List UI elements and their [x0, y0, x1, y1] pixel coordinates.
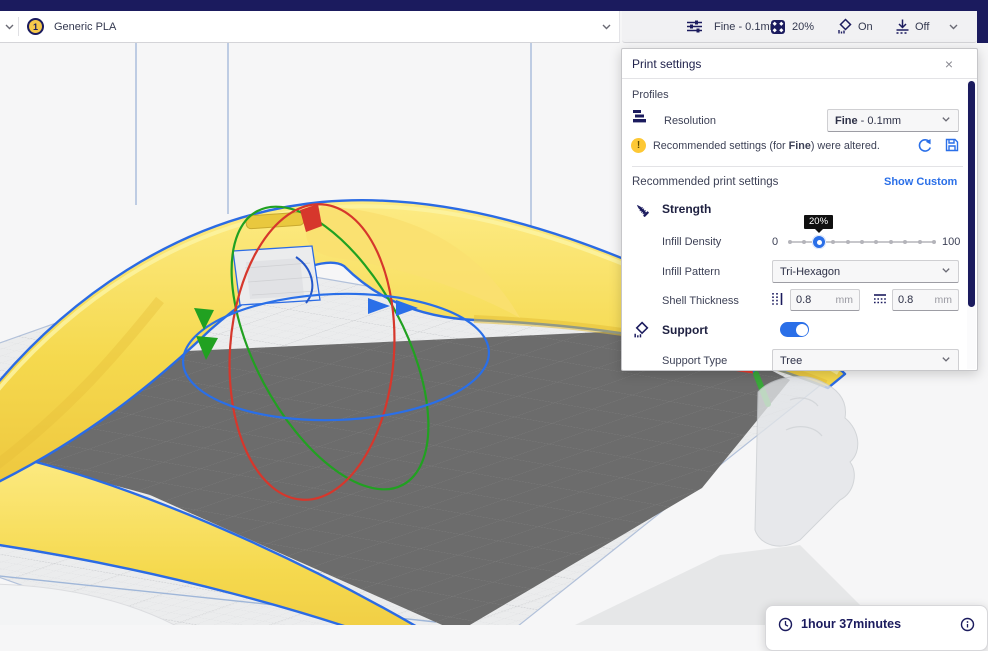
strength-title: Strength: [662, 202, 711, 216]
slider-handle[interactable]: [812, 235, 826, 249]
wall-thickness-input[interactable]: [796, 291, 834, 309]
chevron-down-icon: [941, 354, 951, 367]
panel-scrollbar-thumb[interactable]: [968, 81, 975, 307]
save-profile-icon[interactable]: [944, 137, 960, 158]
infill-pattern-label: Infill Pattern: [662, 266, 720, 278]
close-icon[interactable]: ×: [945, 57, 953, 71]
top-bottom-thickness-input[interactable]: [898, 291, 936, 309]
wall-thickness-icon: [770, 291, 786, 312]
slider-ticks: [788, 240, 936, 244]
top-bottom-thickness-field[interactable]: mm: [892, 289, 959, 311]
print-settings-panel: Print settings × Profiles Resolution Fin…: [621, 48, 978, 371]
material-selector[interactable]: 1 Generic PLA: [0, 11, 620, 43]
extruder-badge[interactable]: 1: [27, 18, 44, 35]
wall-thickness-unit: mm: [836, 294, 854, 306]
resolution-dropdown[interactable]: Fine - 0.1mm: [827, 109, 959, 132]
printer-chevron-icon[interactable]: [4, 11, 15, 42]
shell-thickness-label: Shell Thickness: [662, 295, 739, 307]
wall-thickness-field[interactable]: mm: [790, 289, 860, 311]
job-info-panel[interactable]: 1hour 37minutes: [765, 605, 988, 651]
material-chevron-icon[interactable]: [601, 11, 612, 42]
divider: [18, 17, 19, 36]
clock-icon: [778, 617, 793, 637]
warning-text: Recommended settings (for Fine) were alt…: [653, 140, 880, 152]
title-bar: [0, 0, 988, 11]
slider-min-label: 0: [772, 236, 778, 248]
infill-icon: [770, 11, 786, 42]
profile-sliders-icon: [686, 11, 703, 42]
print-time-estimate: 1hour 37minutes: [801, 617, 901, 631]
strength-screw-icon: [633, 201, 650, 223]
resolution-label: Resolution: [664, 115, 716, 127]
material-name: Generic PLA: [54, 21, 116, 33]
panel-header: Print settings ×: [622, 49, 977, 79]
support-title: Support: [662, 323, 708, 337]
slider-tooltip: 20%: [804, 215, 833, 229]
warning-icon: !: [631, 138, 646, 153]
infill-density-label: Infill Density: [662, 236, 721, 248]
profiles-heading: Profiles: [632, 89, 669, 101]
resolution-layers-icon: [631, 108, 650, 130]
support-icon: [836, 11, 853, 42]
header-corner: [977, 0, 988, 43]
recommended-heading: Recommended print settings: [632, 176, 778, 188]
adhesion-icon: [894, 11, 911, 42]
chevron-down-icon: [941, 265, 951, 278]
support-section-icon: [632, 321, 650, 344]
support-summary-label: On: [858, 21, 873, 33]
slider-max-label: 100: [942, 236, 960, 248]
adhesion-summary-label: Off: [915, 21, 929, 33]
chevron-down-icon: [941, 114, 951, 127]
divider: [632, 166, 963, 167]
print-settings-summary[interactable]: Fine - 0.1mm 20% On Off: [622, 11, 977, 43]
top-bottom-thickness-unit: mm: [935, 294, 953, 306]
infill-summary-label: 20%: [792, 21, 814, 33]
show-custom-link[interactable]: Show Custom: [884, 176, 957, 188]
support-type-label: Support Type: [662, 355, 727, 367]
panel-title: Print settings: [632, 57, 701, 71]
support-toggle[interactable]: [780, 322, 809, 337]
top-bottom-thickness-icon: [872, 291, 888, 312]
preview-info-icon[interactable]: [960, 617, 975, 637]
infill-pattern-dropdown[interactable]: Tri-Hexagon: [772, 260, 959, 283]
summary-chevron-icon[interactable]: [948, 11, 959, 42]
reset-profile-icon[interactable]: [916, 137, 933, 159]
support-type-dropdown[interactable]: Tree: [772, 349, 959, 371]
